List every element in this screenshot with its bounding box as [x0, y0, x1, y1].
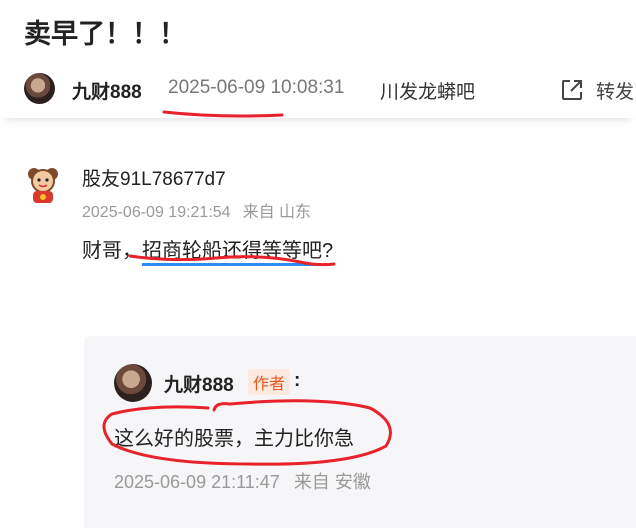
- reply-author-avatar[interactable]: [114, 364, 152, 402]
- post-time: 2025-06-09 10:08:31: [168, 77, 345, 98]
- reply-meta: 2025-06-09 21:11:47 来自 安徽: [114, 468, 385, 494]
- reply-colon: :: [294, 370, 301, 391]
- post-meta-row: 九财888 2025-06-09 10:08:31 川发龙蟒吧 转发: [24, 72, 636, 106]
- reply-author-name[interactable]: 九财888: [164, 370, 234, 397]
- forum-link[interactable]: 川发龙蟒吧: [380, 77, 475, 104]
- commenter-avatar[interactable]: [26, 166, 60, 204]
- comment-text-suffix: ?: [322, 240, 334, 262]
- post-title: 卖早了！！！: [24, 19, 186, 50]
- comment-meta: 2025-06-09 19:21:54 来自 山东: [82, 198, 323, 222]
- reply-box: 九财888 作者 : 这么好的股票，主力比你急 2025-06-09 21:11…: [84, 336, 636, 528]
- author-badge: 作者: [248, 369, 291, 395]
- post-header: 卖早了！！！ 九财888 2025-06-09 10:08:31 川发龙蟒吧 转…: [0, 0, 636, 118]
- post-author-link[interactable]: 九财888: [72, 77, 142, 104]
- comment-text-prefix: 财哥，: [82, 240, 142, 262]
- reply-location: 来自 安徽: [293, 472, 371, 492]
- author-avatar[interactable]: [24, 73, 55, 104]
- commenter-name[interactable]: 股友91L78677d7: [82, 164, 226, 191]
- reply-time: 2025-06-09 21:11:47: [114, 472, 280, 492]
- share-button-label[interactable]: 转发: [596, 77, 634, 104]
- comment-location: 来自 山东: [242, 204, 312, 221]
- share-external-icon[interactable]: [560, 78, 584, 102]
- comment-text: 财哥，招商轮船还得等等吧?: [82, 234, 334, 266]
- stock-link[interactable]: 招商轮船还得等等吧: [142, 240, 322, 266]
- reply-text: 这么好的股票，主力比你急: [114, 428, 354, 450]
- comment-time: 2025-06-09 19:21:54: [82, 204, 231, 221]
